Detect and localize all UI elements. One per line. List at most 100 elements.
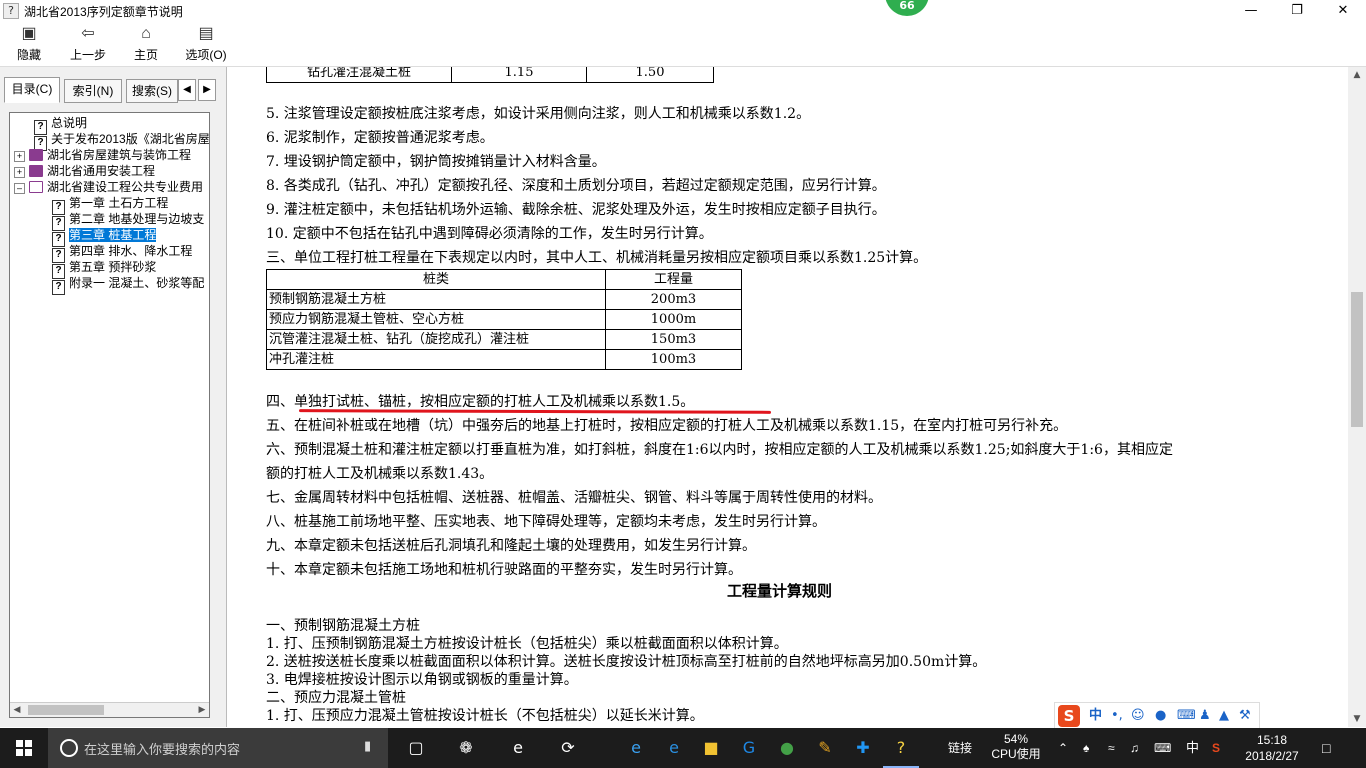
section-heading: 工程量计算规则: [727, 582, 833, 600]
tree-item[interactable]: ? 第四章 排水、降水工程: [52, 243, 193, 263]
360-browser-icon[interactable]: ●: [774, 736, 800, 760]
help-page-icon: ?: [52, 280, 65, 295]
tree-item[interactable]: – 湖北省建设工程公共专业费用: [14, 179, 203, 195]
people-icon[interactable]: ♠: [1083, 728, 1089, 768]
cpu-label: CPU使用: [991, 747, 1041, 761]
ime-language[interactable]: 中: [1089, 707, 1102, 725]
table-row: 冲孔灌注桩 100m3: [266, 349, 742, 370]
back-button[interactable]: ⇦ 上一步: [66, 24, 110, 64]
text-line: 8. 各类成孔（钻孔、冲孔）定额按孔径、深度和土质划分项目，若超过定额规定范围，…: [266, 178, 886, 194]
link-label[interactable]: 链接: [948, 728, 972, 768]
navigation-pane: 目录(C) 索引(N) 搜索(S) ◀ ▶ ? 总说明 ? 关于发布2013版《湖北…: [0, 67, 227, 727]
browser-g-icon[interactable]: G: [736, 736, 762, 760]
skin-icon[interactable]: ▲: [1219, 707, 1229, 725]
tree-item-selected[interactable]: ? 第三章 桩基工程: [52, 227, 157, 247]
windows-logo-icon: [16, 740, 32, 756]
keyboard-icon[interactable]: ⌨: [1177, 707, 1196, 725]
scroll-right-icon[interactable]: ▶: [195, 703, 209, 717]
spiral-app-icon[interactable]: ⟳: [555, 736, 581, 760]
clock[interactable]: 15:18 2018/2/27: [1240, 728, 1304, 768]
internet-explorer-icon[interactable]: e: [661, 736, 687, 760]
notification-icon[interactable]: □: [1322, 728, 1330, 768]
edge-icon[interactable]: e: [623, 736, 649, 760]
options-button[interactable]: ▤ 选项(O): [183, 24, 229, 64]
tree-item-label: 关于发布2013版《湖北省房屋: [51, 132, 210, 146]
content-vertical-scrollbar[interactable]: ▲ ▼: [1348, 67, 1366, 727]
tab-scroll-right-icon[interactable]: ▶: [198, 79, 216, 101]
microphone-icon[interactable]: ▮: [364, 739, 371, 754]
close-button[interactable]: ✕: [1320, 0, 1366, 22]
expand-icon[interactable]: +: [14, 167, 25, 178]
back-label: 上一步: [69, 48, 106, 62]
help-viewer-icon[interactable]: ?: [883, 736, 919, 768]
table-header: 桩类: [266, 269, 606, 290]
text-line: 7. 埋设钢护筒定额中，钢护筒按摊销量计入材料含量。: [266, 154, 606, 170]
tree-item[interactable]: ? 附录一 混凝土、砂浆等配: [52, 275, 204, 295]
emoji-icon[interactable]: ☺: [1131, 707, 1145, 725]
tree-item[interactable]: ? 第五章 预拌砂浆: [52, 259, 156, 279]
taskbar-search-box[interactable]: 在这里输入你要搜索的内容 ▮: [48, 728, 388, 768]
tab-search[interactable]: 搜索(S): [126, 79, 178, 103]
text-line: 十、本章定额未包括施工场地和桩机行驶路面的平整夯实，发生时另行计算。: [266, 562, 742, 578]
edge-browser-icon[interactable]: e: [505, 736, 531, 760]
volume-icon[interactable]: ♫: [1130, 728, 1139, 768]
tree-item-label: 湖北省通用安装工程: [47, 164, 156, 178]
plus-app-icon[interactable]: ✚: [850, 736, 876, 760]
tree-item[interactable]: ? 关于发布2013版《湖北省房屋: [34, 131, 210, 151]
fan-app-icon[interactable]: ❁: [453, 736, 479, 760]
table-row: 沉管灌注混凝土桩、钻孔（旋挖成孔）灌注桩 150m3: [266, 329, 742, 350]
scrollbar-thumb[interactable]: [1351, 292, 1363, 427]
cpu-monitor[interactable]: 54% CPU使用: [990, 728, 1042, 768]
file-explorer-icon[interactable]: ■: [698, 736, 724, 760]
microphone-icon[interactable]: ●: [1155, 707, 1166, 725]
table-row: 预应力钢筋混凝土管桩、空心方桩 1000m: [266, 309, 742, 330]
tree-item[interactable]: + 湖北省通用安装工程: [14, 163, 155, 179]
tab-scroll-left-icon[interactable]: ◀: [178, 79, 196, 101]
wifi-icon[interactable]: ≈: [1108, 728, 1115, 768]
text-line: 10. 定额中不包括在钻孔中遇到障碍必须清除的工作，发生时另行计算。: [266, 226, 713, 242]
contents-tree: ? 总说明 ? 关于发布2013版《湖北省房屋 + 湖北省房屋建筑与装饰工程 + 湖北省…: [9, 112, 210, 718]
search-placeholder: 在这里输入你要搜索的内容: [84, 742, 241, 757]
notes-app-icon[interactable]: ✎: [812, 736, 838, 760]
tree-item[interactable]: ? 总说明: [34, 115, 87, 135]
tree-horizontal-scrollbar[interactable]: ◀ ▶: [10, 702, 209, 717]
hide-button[interactable]: ▣ 隐藏: [12, 24, 46, 64]
user-icon[interactable]: ♟: [1199, 707, 1211, 725]
start-button[interactable]: [0, 728, 48, 768]
input-language[interactable]: 中: [1186, 728, 1199, 768]
scroll-down-icon[interactable]: ▼: [1348, 711, 1366, 727]
options-label: 选项(O): [185, 48, 227, 62]
home-icon: ⌂: [141, 25, 151, 42]
minimize-button[interactable]: —: [1228, 0, 1274, 22]
tree-item[interactable]: ? 第一章 土石方工程: [52, 195, 169, 215]
tree-item[interactable]: ? 第二章 地基处理与边坡支: [52, 211, 204, 231]
punctuation-icon[interactable]: •,: [1111, 707, 1123, 725]
tree-item-label: 第三章 桩基工程: [69, 228, 157, 242]
home-label: 主页: [133, 48, 158, 62]
tree-item[interactable]: + 湖北省房屋建筑与装饰工程: [14, 147, 191, 163]
tree-item-label: 第四章 排水、降水工程: [69, 244, 193, 258]
sogou-logo-icon[interactable]: S: [1058, 705, 1080, 727]
text-line: 6. 泥浆制作，定额按普通泥浆考虑。: [266, 130, 494, 146]
task-view-icon[interactable]: ▢: [403, 736, 429, 760]
tools-icon[interactable]: ⚒: [1239, 707, 1251, 725]
expand-icon[interactable]: +: [14, 151, 25, 162]
sogou-tray-icon[interactable]: S: [1212, 728, 1220, 768]
book-icon: [29, 149, 43, 161]
tab-index[interactable]: 索引(N): [64, 79, 122, 103]
scroll-left-icon[interactable]: ◀: [10, 703, 24, 717]
cortana-icon: [60, 739, 78, 757]
scrollbar-thumb[interactable]: [28, 705, 104, 715]
collapse-icon[interactable]: –: [14, 183, 25, 194]
home-button[interactable]: ⌂ 主页: [130, 24, 162, 64]
scroll-up-icon[interactable]: ▲: [1348, 67, 1366, 83]
tab-contents[interactable]: 目录(C): [4, 77, 60, 103]
chevron-up-icon[interactable]: ⌃: [1058, 728, 1068, 768]
keyboard-icon[interactable]: ⌨: [1154, 728, 1171, 768]
text-line: 八、桩基施工前场地平整、压实地表、地下障碍处理等，定额均未考虑，发生时另行计算。: [266, 514, 826, 530]
text-line: 二、预应力混凝土管桩: [266, 690, 406, 706]
floating-badge[interactable]: 66: [885, 0, 929, 16]
restore-button[interactable]: ❐: [1274, 0, 1320, 22]
title-bar: ? 湖北省2013序列定额章节说明 66 — ❐ ✕: [0, 0, 1366, 22]
tree-item-label: 第一章 土石方工程: [69, 196, 169, 210]
